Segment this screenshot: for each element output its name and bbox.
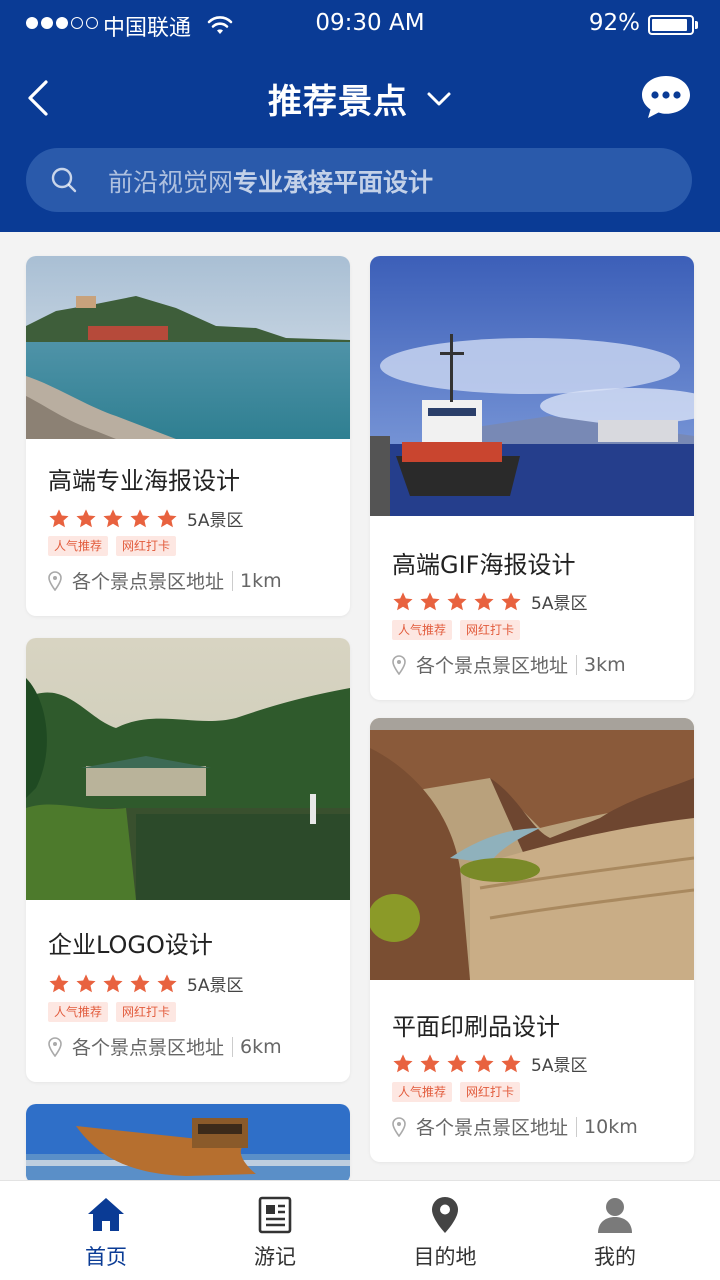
home-icon [88, 1198, 124, 1231]
location-pin-icon [48, 1036, 62, 1057]
tag-popular: 人气推荐 [48, 1002, 109, 1022]
star-icon [420, 591, 440, 610]
tab-label: 游记 [254, 1245, 296, 1269]
tag-list: 人气推荐 网红打卡 [48, 536, 177, 556]
tab-label: 首页 [85, 1245, 127, 1269]
tag-popular: 人气推荐 [392, 1082, 453, 1102]
star-icon [501, 1053, 521, 1072]
star-icon [474, 591, 494, 610]
chevron-down-icon [427, 92, 451, 105]
star-icon [393, 591, 413, 610]
tag-list: 人气推荐 网红打卡 [392, 620, 521, 640]
seaside-beach-photo [26, 256, 350, 439]
rating-label: 5A景区 [187, 511, 244, 531]
tag-popular: 人气推荐 [48, 536, 109, 556]
rating-label: 5A景区 [187, 976, 244, 996]
tag-list: 人气推荐 网红打卡 [48, 1002, 177, 1022]
rating-label: 5A景区 [531, 594, 588, 614]
star-icon [474, 1053, 494, 1072]
distance: 3km [584, 653, 626, 676]
tab-label: 我的 [594, 1245, 636, 1269]
attraction-card[interactable] [26, 1104, 350, 1184]
star-icon [447, 591, 467, 610]
card-title: 高端专业海报设计 [48, 467, 240, 495]
location-pin-icon [432, 1197, 458, 1233]
rating-stars: 5A景区 [392, 589, 587, 614]
address-row: 各个景点景区地址 1km [48, 567, 282, 594]
address-row: 各个景点景区地址 3km [392, 651, 626, 678]
tag-checkin: 网红打卡 [460, 620, 521, 640]
search-placeholder: 前沿视觉网专业承接平面设计 [108, 168, 434, 197]
tag-checkin: 网红打卡 [116, 1002, 177, 1022]
tag-checkin: 网红打卡 [116, 536, 177, 556]
star-icon [393, 1053, 413, 1072]
divider [232, 1036, 234, 1057]
page-title: 推荐景点 [268, 82, 408, 122]
bottom-tab-bar: 首页 游记 目的地 我的 [0, 1180, 720, 1280]
star-icon [447, 1053, 467, 1072]
card-title: 企业LOGO设计 [48, 931, 213, 959]
star-icon [76, 973, 96, 992]
star-icon [103, 973, 123, 992]
attraction-card[interactable]: 高端专业海报设计 5A景区 人气推荐 网红打卡 各个景点景区地址 1km [26, 256, 350, 616]
card-title: 平面印刷品设计 [392, 1013, 560, 1041]
tab-home[interactable]: 首页 [36, 1181, 176, 1280]
battery-percentage: 92% [588, 10, 640, 36]
location-pin-icon [392, 1116, 406, 1137]
attraction-card[interactable]: 高端GIF海报设计 5A景区 人气推荐 网红打卡 各个景点景区地址 3km [370, 256, 694, 700]
address-text: 各个景点景区地址 [416, 1117, 569, 1139]
star-icon [130, 973, 150, 992]
app-header: 中国联通 09:30 AM 92% 推荐景点 前沿视觉网专业承接平面设计 [0, 0, 720, 232]
rating-stars: 5A景区 [48, 506, 243, 531]
tab-label: 目的地 [413, 1245, 477, 1269]
notes-icon [258, 1196, 292, 1234]
user-icon [598, 1198, 632, 1233]
divider [232, 570, 234, 591]
distance: 10km [584, 1115, 638, 1138]
address-text: 各个景点景区地址 [72, 571, 225, 593]
address-text: 各个景点景区地址 [416, 655, 569, 677]
harbor-tugboat-photo [370, 256, 694, 516]
star-icon [157, 508, 177, 527]
location-pin-icon [48, 570, 62, 591]
attraction-card[interactable]: 企业LOGO设计 5A景区 人气推荐 网红打卡 各个景点景区地址 6km [26, 638, 350, 1082]
star-icon [501, 591, 521, 610]
distance: 6km [240, 1035, 282, 1058]
card-title: 高端GIF海报设计 [392, 551, 576, 579]
garden-pavilion-lake-photo [26, 638, 350, 900]
tag-list: 人气推荐 网红打卡 [392, 1082, 521, 1102]
star-icon [49, 508, 69, 527]
star-icon [130, 508, 150, 527]
canyon-river-photo [370, 718, 694, 980]
address-text: 各个景点景区地址 [72, 1037, 225, 1059]
tag-popular: 人气推荐 [392, 620, 453, 640]
rating-stars: 5A景区 [392, 1051, 587, 1076]
battery-tip [695, 21, 698, 29]
tab-profile[interactable]: 我的 [545, 1181, 685, 1280]
location-pin-icon [392, 654, 406, 675]
distance: 1km [240, 569, 282, 592]
search-icon [51, 167, 77, 193]
battery-icon [648, 15, 694, 35]
wooden-boat-photo [26, 1104, 350, 1180]
divider [576, 654, 578, 675]
page-title-dropdown[interactable]: 推荐景点 [0, 74, 720, 123]
search-bar[interactable]: 前沿视觉网专业承接平面设计 [26, 148, 692, 212]
tag-checkin: 网红打卡 [460, 1082, 521, 1102]
star-icon [420, 1053, 440, 1072]
rating-label: 5A景区 [531, 1056, 588, 1076]
rating-stars: 5A景区 [48, 971, 243, 996]
tab-travel-notes[interactable]: 游记 [205, 1181, 345, 1280]
star-icon [76, 508, 96, 527]
star-icon [157, 973, 177, 992]
address-row: 各个景点景区地址 6km [48, 1033, 282, 1060]
attraction-card[interactable]: 平面印刷品设计 5A景区 人气推荐 网红打卡 各个景点景区地址 10km [370, 718, 694, 1162]
divider [576, 1116, 578, 1137]
star-icon [103, 508, 123, 527]
status-bar: 中国联通 09:30 AM 92% [0, 0, 720, 50]
address-row: 各个景点景区地址 10km [392, 1113, 638, 1140]
tab-destination[interactable]: 目的地 [375, 1181, 515, 1280]
star-icon [49, 973, 69, 992]
message-icon[interactable] [640, 74, 692, 120]
